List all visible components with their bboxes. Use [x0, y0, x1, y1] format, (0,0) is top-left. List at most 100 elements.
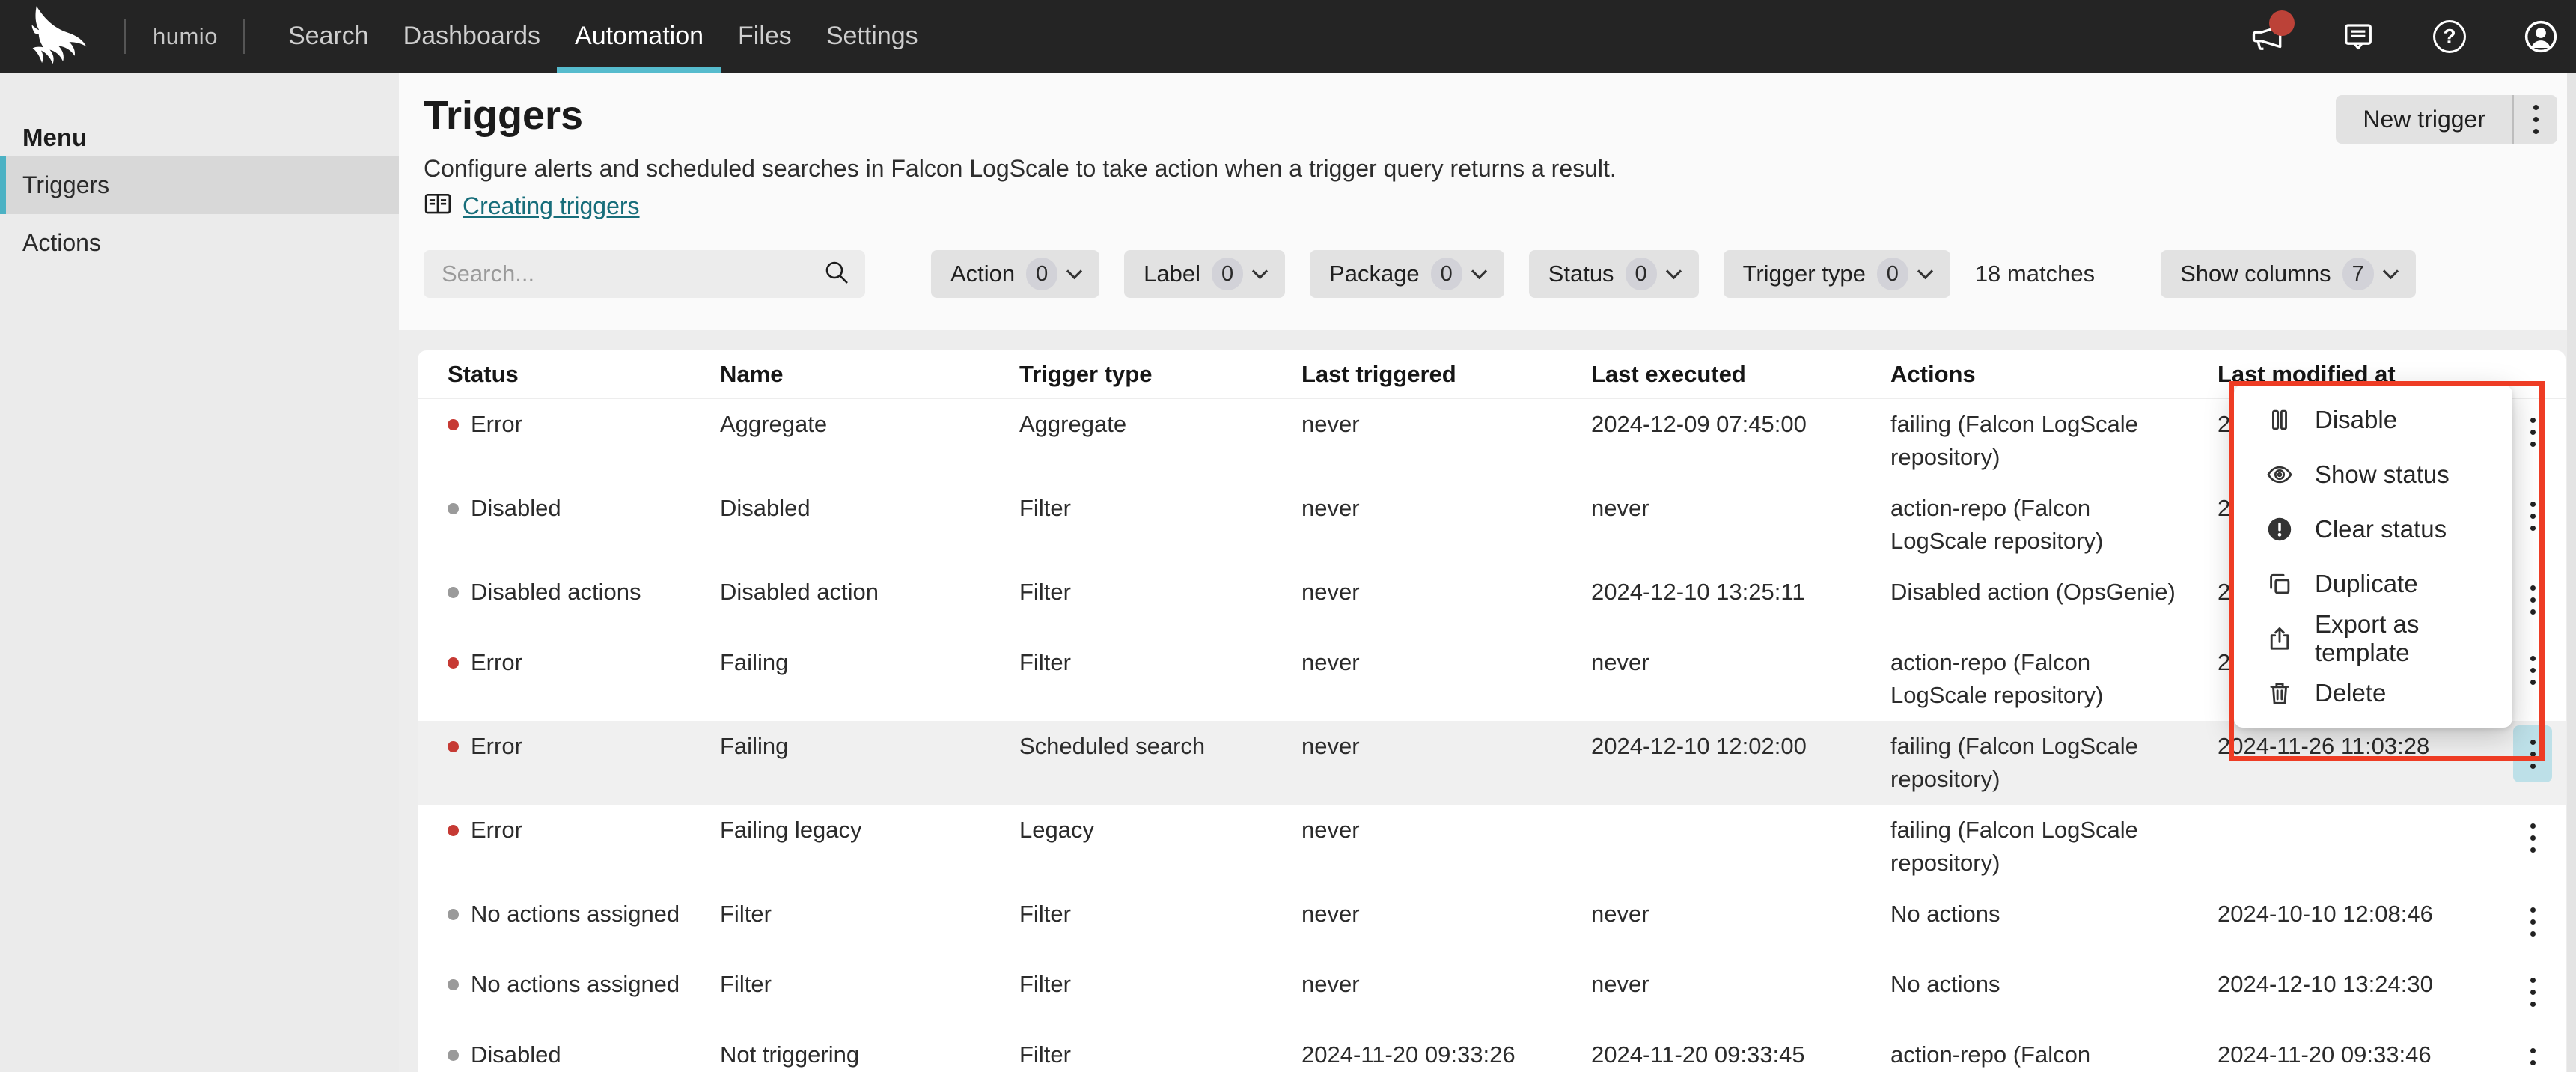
- new-trigger-kebab-icon[interactable]: [2514, 95, 2557, 144]
- trigger-type-cell: Legacy: [1019, 814, 1301, 847]
- status-cell: No actions assigned: [448, 968, 720, 1001]
- sidebar-item-triggers[interactable]: Triggers: [0, 156, 399, 214]
- name-cell: Failing: [720, 730, 1019, 763]
- nav-item-files[interactable]: Files: [738, 0, 792, 73]
- last-triggered-cell: never: [1301, 408, 1591, 441]
- row-actions-kebab-icon[interactable]: [2513, 893, 2552, 950]
- last-executed-cell: never: [1591, 968, 1890, 1001]
- sidebar-heading: Menu: [0, 73, 399, 156]
- sidebar-item-label: Actions: [22, 229, 101, 257]
- chevron-down-icon: [1917, 263, 1933, 278]
- sidebar-item-label: Triggers: [22, 171, 109, 199]
- row-actions-kebab-icon[interactable]: [2513, 403, 2552, 460]
- nav-item-settings[interactable]: Settings: [826, 0, 918, 73]
- status-label: No actions assigned: [471, 898, 680, 931]
- column-header-last-executed[interactable]: Last executed: [1591, 361, 1890, 388]
- actions-cell: Disabled action (OpsGenie): [1890, 576, 2218, 609]
- row-actions-kebab-icon[interactable]: [2513, 487, 2552, 544]
- name-cell: Disabled: [720, 492, 1019, 525]
- actions-cell: No actions: [1890, 898, 2218, 931]
- announcements-icon[interactable]: [2248, 18, 2286, 55]
- last-modified-cell: 2024-11-26 11:03:28: [2218, 730, 2500, 763]
- filter-count-badge: 0: [1877, 258, 1908, 290]
- menu-item-label: Duplicate: [2315, 570, 2418, 598]
- sidebar-item-actions[interactable]: Actions: [0, 214, 399, 272]
- chevron-down-icon: [2383, 263, 2399, 278]
- menu-item-show-status[interactable]: Show status: [2234, 447, 2512, 502]
- sidebar: Menu Triggers Actions: [0, 73, 399, 1072]
- row-actions-kebab-icon[interactable]: [2513, 963, 2552, 1020]
- row-actions-kebab-icon[interactable]: [2513, 642, 2552, 698]
- top-navigation-bar: humio Search Dashboards Automation Files Set…: [0, 0, 2576, 73]
- trigger-type-cell: Filter: [1019, 576, 1301, 609]
- name-cell: Not triggering: [720, 1038, 1019, 1071]
- new-trigger-split-button: New trigger: [2336, 95, 2557, 144]
- row-actions-kebab-icon[interactable]: [2513, 1034, 2552, 1072]
- filter-action-dropdown[interactable]: Action0: [931, 250, 1099, 298]
- menu-item-export-as-template[interactable]: Export as template: [2234, 611, 2512, 666]
- name-cell: Disabled action: [720, 576, 1019, 609]
- name-cell: Failing: [720, 646, 1019, 679]
- filter-count-badge: 0: [1026, 258, 1057, 290]
- menu-item-label: Delete: [2315, 679, 2386, 707]
- status-cell: Error: [448, 646, 720, 679]
- column-header-status[interactable]: Status: [448, 361, 720, 388]
- creating-triggers-link[interactable]: Creating triggers: [463, 192, 640, 220]
- row-actions-kebab-icon[interactable]: [2513, 725, 2552, 782]
- account-icon[interactable]: [2522, 18, 2560, 55]
- brand-label[interactable]: humio: [153, 23, 218, 50]
- column-header-last-triggered[interactable]: Last triggered: [1301, 361, 1591, 388]
- nav-item-automation[interactable]: Automation: [575, 0, 703, 73]
- filter-package-dropdown[interactable]: Package0: [1310, 250, 1504, 298]
- row-actions-kebab-icon[interactable]: [2513, 571, 2552, 628]
- table-row: ErrorFailing legacyLegacyneverfailing (F…: [418, 805, 2566, 889]
- new-trigger-button[interactable]: New trigger: [2336, 95, 2512, 144]
- name-cell: Filter: [720, 968, 1019, 1001]
- name-cell: Failing legacy: [720, 814, 1019, 847]
- trigger-type-cell: Aggregate: [1019, 408, 1301, 441]
- show-columns-dropdown[interactable]: Show columns 7: [2161, 250, 2416, 298]
- menu-item-clear-status[interactable]: Clear status: [2234, 502, 2512, 556]
- help-icon[interactable]: ?: [2431, 18, 2468, 55]
- trigger-type-cell: Filter: [1019, 898, 1301, 931]
- filter-trigger-type-dropdown[interactable]: Trigger type0: [1724, 250, 1950, 298]
- show-columns-label: Show columns: [2180, 261, 2331, 287]
- filter-status-dropdown[interactable]: Status0: [1529, 250, 1699, 298]
- name-cell: Aggregate: [720, 408, 1019, 441]
- status-cell: Error: [448, 730, 720, 763]
- last-modified-cell: 2024-10-10 12:08:46: [2218, 898, 2500, 931]
- status-cell: Disabled: [448, 1038, 720, 1071]
- filter-count-badge: 0: [1431, 258, 1462, 290]
- export-icon: [2265, 624, 2294, 653]
- menu-item-duplicate[interactable]: Duplicate: [2234, 556, 2512, 611]
- column-header-trigger-type[interactable]: Trigger type: [1019, 361, 1301, 388]
- page-scrollbar[interactable]: [2567, 73, 2576, 1072]
- filter-label-dropdown[interactable]: Label0: [1124, 250, 1285, 298]
- feedback-icon[interactable]: [2340, 18, 2377, 55]
- show-columns-count-badge: 7: [2342, 258, 2374, 290]
- row-context-menu: DisableShow statusClear status Duplicate E…: [2234, 385, 2512, 728]
- status-label: Disabled actions: [471, 576, 641, 609]
- menu-item-disable[interactable]: Disable: [2234, 392, 2512, 447]
- search-input[interactable]: [424, 261, 822, 287]
- alert-circle-icon: [2265, 515, 2294, 543]
- nav-item-search[interactable]: Search: [288, 0, 369, 73]
- column-header-name[interactable]: Name: [720, 361, 1019, 388]
- chevron-down-icon: [1471, 263, 1487, 278]
- actions-cell: failing (Falcon LogScale repository): [1890, 730, 2218, 796]
- nav-item-dashboards[interactable]: Dashboards: [403, 0, 540, 73]
- row-actions-kebab-icon[interactable]: [2513, 809, 2552, 866]
- status-label: Error: [471, 646, 522, 679]
- falcon-logo-icon[interactable]: [21, 7, 99, 66]
- column-header-actions[interactable]: Actions: [1890, 361, 2218, 388]
- last-triggered-cell: never: [1301, 730, 1591, 763]
- last-executed-cell: never: [1591, 646, 1890, 679]
- status-label: Error: [471, 730, 522, 763]
- nav-divider: [124, 19, 126, 54]
- column-header-last-modified-at[interactable]: Last modified at: [2218, 361, 2500, 388]
- actions-cell: action-repo (Falcon LogScale repository): [1890, 1038, 2218, 1072]
- menu-item-delete[interactable]: Delete: [2234, 666, 2512, 720]
- menu-item-label: Export as template: [2315, 610, 2512, 667]
- status-cell: Disabled actions: [448, 576, 720, 609]
- last-triggered-cell: never: [1301, 646, 1591, 679]
